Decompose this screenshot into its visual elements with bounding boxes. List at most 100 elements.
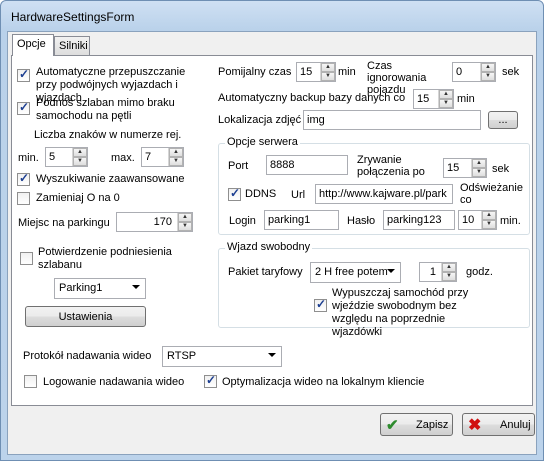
- raise-barrier-label: Podnoś szlaban mimo braku samochodu na p…: [36, 97, 175, 122]
- save-button-label: Zapisz: [416, 419, 449, 431]
- up-arrow-icon[interactable]: ▲: [481, 63, 495, 72]
- ddns-checkbox[interactable]: [228, 186, 241, 201]
- url-label: Url: [291, 189, 306, 201]
- ignore-time-unit: sek: [502, 66, 520, 78]
- hours-stepper[interactable]: 1 ▲ ▼: [419, 262, 457, 282]
- parking-spaces-label: Miejsc na parkingu: [18, 217, 110, 229]
- refresh-stepper[interactable]: 10 ▲ ▼: [458, 210, 497, 230]
- plate-min-value: 5: [49, 151, 56, 163]
- chevron-down-icon: [268, 353, 276, 357]
- password-input[interactable]: parking123: [383, 210, 455, 230]
- chevron-down-icon: [132, 285, 140, 289]
- drop-connection-unit: sek: [492, 163, 510, 175]
- refresh-unit: min.: [500, 215, 521, 227]
- parking-select-value: Parking1: [59, 282, 103, 294]
- photo-location-label: Lokalizacja zdjęć: [218, 114, 302, 126]
- down-arrow-icon[interactable]: ▼: [169, 157, 183, 166]
- backup-label: Automatyczny backup bazy danych co: [218, 92, 406, 104]
- refresh-value: 10: [462, 214, 475, 226]
- port-input[interactable]: 8888: [266, 155, 348, 175]
- plate-max-stepper[interactable]: 7 ▲ ▼: [141, 147, 184, 167]
- tab-silniki[interactable]: Silniki: [54, 36, 90, 56]
- cancel-button[interactable]: ✖ Anuluj: [462, 413, 535, 436]
- log-video-checkbox[interactable]: [24, 375, 37, 388]
- down-arrow-icon[interactable]: ▼: [472, 168, 486, 177]
- settings-button-label: Ustawienia: [58, 311, 113, 323]
- down-arrow-icon[interactable]: ▼: [321, 72, 335, 81]
- backup-value: 15: [417, 93, 430, 105]
- photo-time-stepper[interactable]: 15 ▲ ▼: [296, 62, 336, 82]
- parking-spaces-value: 170: [153, 216, 172, 228]
- photo-time-label: Pomijalny czas: [218, 66, 292, 78]
- url-input[interactable]: http://www.kajware.pl/park: [315, 184, 453, 204]
- parking-select[interactable]: Parking1: [54, 278, 146, 299]
- plate-min-stepper[interactable]: 5 ▲ ▼: [45, 147, 88, 167]
- tariff-select-value: 2 H free potem: [315, 266, 388, 278]
- free-entry-title: Wjazd swobodny: [225, 241, 313, 253]
- window-title: HardwareSettingsForm: [11, 10, 135, 24]
- photo-time-value: 15: [300, 66, 313, 78]
- up-arrow-icon[interactable]: ▲: [442, 263, 456, 272]
- down-arrow-icon[interactable]: ▼: [73, 157, 87, 166]
- ignore-time-value: 0: [456, 66, 463, 78]
- login-input[interactable]: parking1: [264, 210, 339, 230]
- advanced-search-checkbox[interactable]: [17, 171, 30, 186]
- down-arrow-icon[interactable]: ▼: [482, 220, 496, 229]
- hours-value: 1: [429, 266, 436, 278]
- drop-connection-label: Zrywanie połączenia po: [357, 154, 425, 178]
- hours-unit: godz.: [466, 266, 493, 278]
- drop-connection-value: 15: [447, 162, 460, 174]
- tab-silniki-label: Silniki: [59, 40, 88, 52]
- backup-unit: min: [457, 93, 475, 105]
- release-label: Wypuszczaj samochód przy wjeździe swobod…: [332, 287, 469, 338]
- advanced-search-label: Wyszukiwanie zaawansowane: [36, 173, 185, 185]
- down-arrow-icon[interactable]: ▼: [442, 272, 456, 281]
- tariff-select[interactable]: 2 H free potem: [310, 262, 401, 283]
- protocol-select[interactable]: RTSP: [162, 346, 282, 367]
- raise-barrier-checkbox[interactable]: [17, 100, 30, 115]
- tab-opcje[interactable]: Opcje: [12, 34, 54, 56]
- ddns-label: DDNS: [245, 188, 277, 200]
- settings-button[interactable]: Ustawienia: [25, 306, 146, 327]
- plate-max-label: max.: [111, 152, 135, 164]
- plate-min-label: min.: [18, 152, 39, 164]
- browse-button[interactable]: ...: [488, 111, 518, 129]
- tariff-label: Pakiet taryfowy: [228, 266, 303, 278]
- title-bar[interactable]: HardwareSettingsForm: [1, 1, 544, 31]
- photo-location-input[interactable]: img: [303, 110, 481, 130]
- photo-time-unit: min: [338, 66, 356, 78]
- confirm-raise-label: Potwierdzenie podniesienia szlabanu: [38, 246, 172, 271]
- optimize-video-checkbox[interactable]: [204, 373, 217, 388]
- up-arrow-icon[interactable]: ▲: [439, 90, 453, 99]
- checkmark-icon: ✔: [386, 417, 399, 434]
- ignore-time-stepper[interactable]: 0 ▲ ▼: [452, 62, 496, 82]
- drop-connection-stepper[interactable]: 15 ▲ ▼: [443, 158, 487, 178]
- log-video-label: Logowanie nadawania wideo: [43, 376, 185, 388]
- up-arrow-icon[interactable]: ▲: [472, 159, 486, 168]
- up-arrow-icon[interactable]: ▲: [169, 148, 183, 157]
- replace-o-checkbox[interactable]: [17, 192, 30, 205]
- replace-o-label: Zamieniaj O na 0: [36, 192, 120, 204]
- cancel-button-label: Anuluj: [500, 419, 531, 431]
- up-arrow-icon[interactable]: ▲: [482, 211, 496, 220]
- refresh-label: Odświeżanie co: [460, 182, 523, 206]
- backup-stepper[interactable]: 15 ▲ ▼: [413, 89, 454, 109]
- parking-spaces-stepper[interactable]: 170 ▲ ▼: [116, 212, 193, 232]
- plate-chars-label: Liczba znaków w numerze rej.: [34, 129, 182, 141]
- down-arrow-icon[interactable]: ▼: [439, 99, 453, 108]
- up-arrow-icon[interactable]: ▲: [178, 213, 192, 222]
- password-label: Hasło: [347, 215, 376, 227]
- down-arrow-icon[interactable]: ▼: [178, 222, 192, 231]
- auto-pass-checkbox[interactable]: [17, 67, 30, 82]
- optimize-video-label: Optymalizacja wideo na lokalnym kliencie: [222, 376, 425, 388]
- up-arrow-icon[interactable]: ▲: [321, 63, 335, 72]
- down-arrow-icon[interactable]: ▼: [481, 72, 495, 81]
- login-label: Login: [229, 215, 256, 227]
- save-button[interactable]: ✔ Zapisz: [380, 413, 453, 436]
- release-checkbox[interactable]: [314, 297, 327, 312]
- plate-max-value: 7: [145, 151, 152, 163]
- confirm-raise-checkbox[interactable]: [20, 252, 33, 265]
- tab-opcje-label: Opcje: [17, 38, 46, 50]
- server-options-title: Opcje serwera: [225, 136, 300, 148]
- up-arrow-icon[interactable]: ▲: [73, 148, 87, 157]
